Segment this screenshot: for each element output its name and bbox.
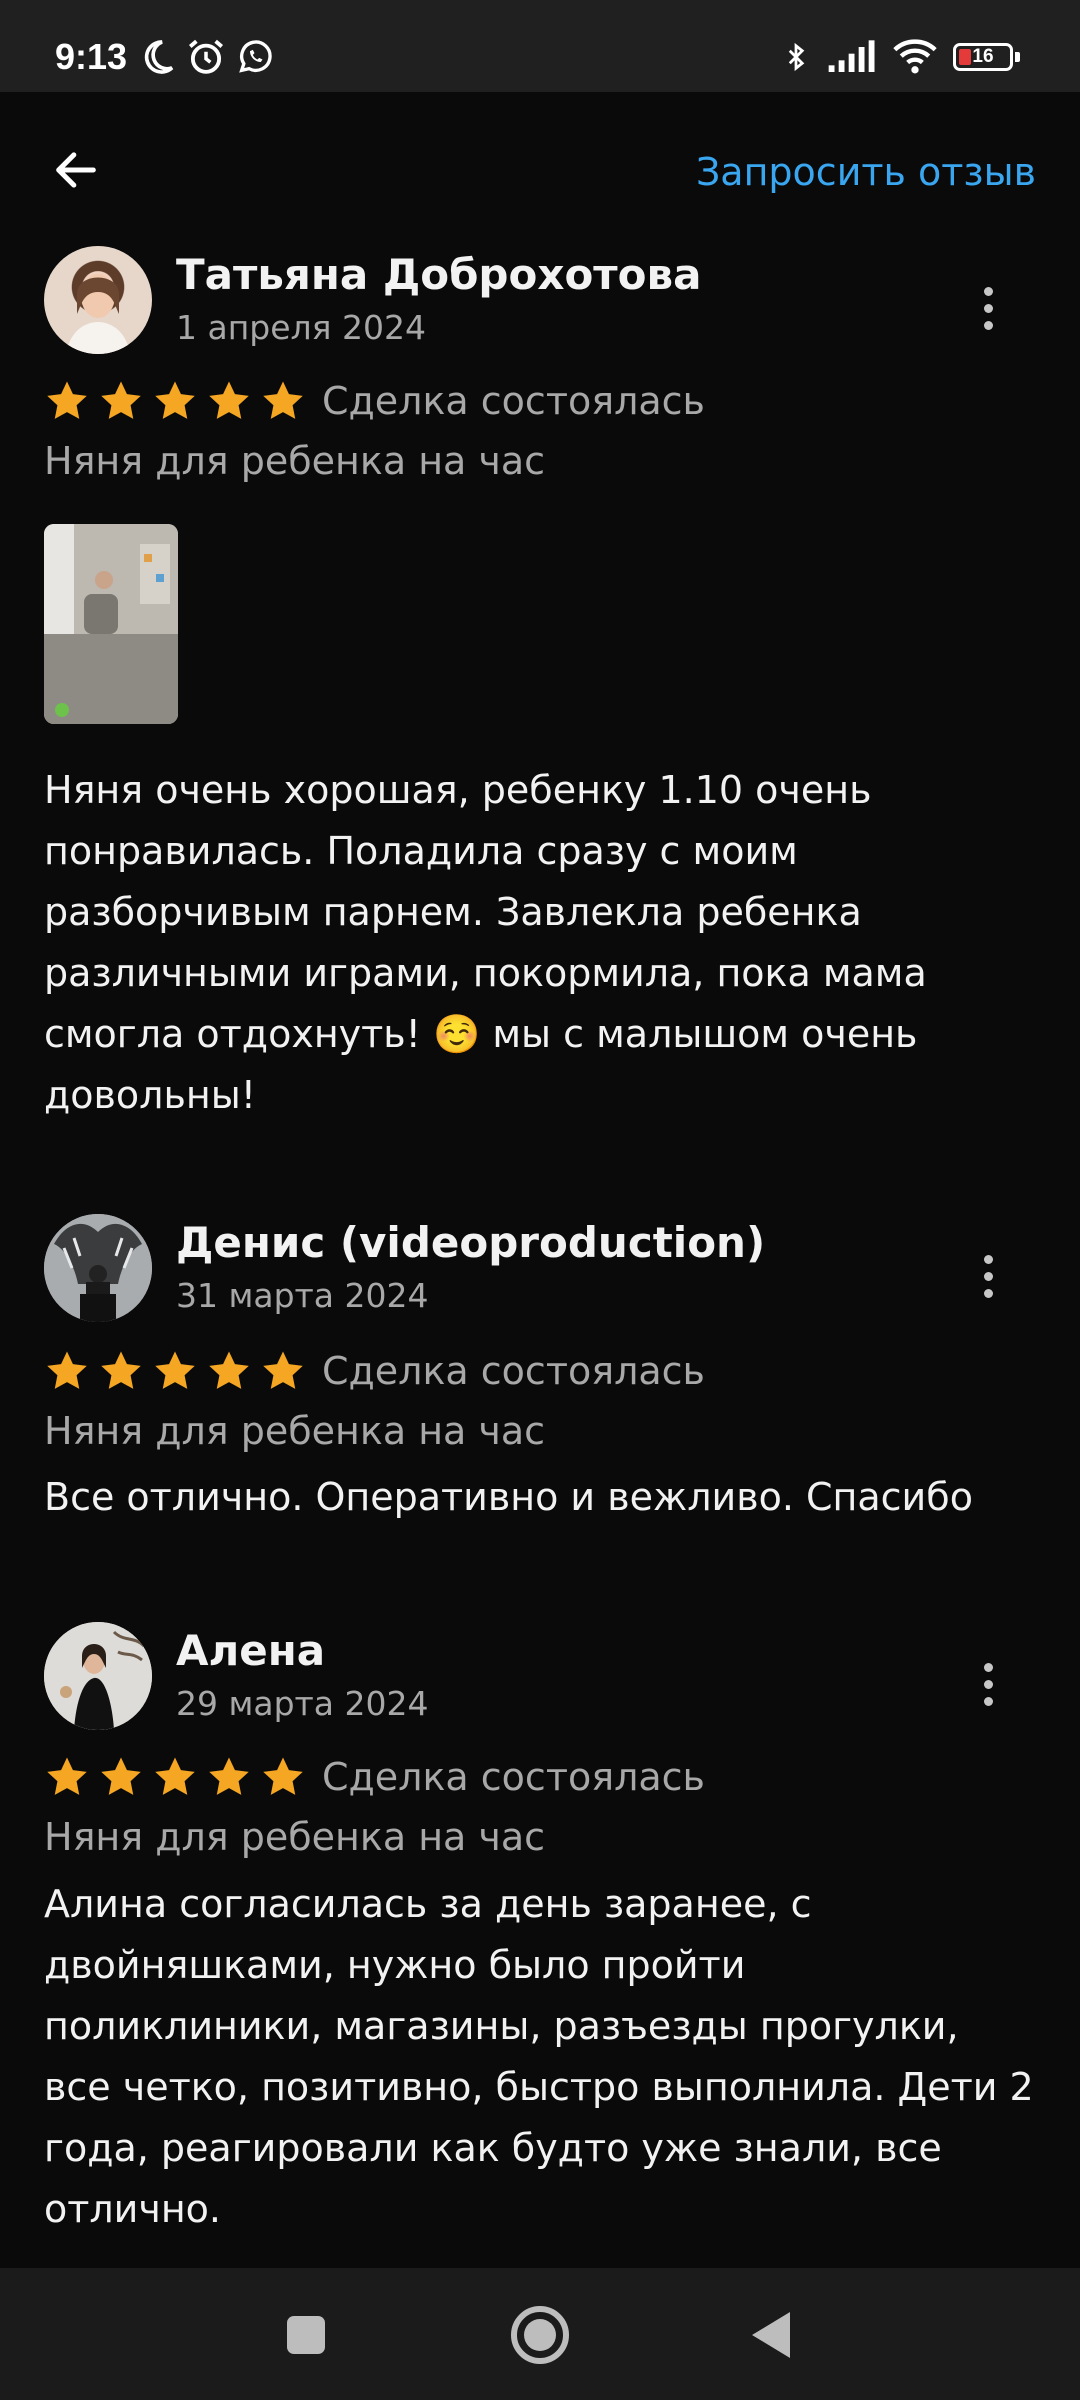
avatar[interactable] <box>44 246 152 354</box>
avatar[interactable] <box>44 1622 152 1730</box>
dot-icon <box>983 286 993 296</box>
dot-icon <box>983 1696 993 1706</box>
review-date: 31 марта 2024 <box>176 1276 429 1315</box>
star-icon <box>209 1757 249 1795</box>
star-icon <box>101 381 141 419</box>
star-icon <box>263 381 303 419</box>
avatar-photo <box>44 1214 152 1322</box>
star-icon <box>101 1351 141 1389</box>
review-author: Алена <box>176 1626 326 1675</box>
wifi-icon <box>893 39 937 74</box>
star-icon <box>209 381 249 419</box>
service-name: Няня для ребенка на час <box>44 439 546 483</box>
star-icon <box>209 1351 249 1389</box>
review-photo[interactable] <box>44 524 178 724</box>
dot-icon <box>983 1288 993 1298</box>
rating-stars <box>44 378 306 424</box>
status-bar: 9:13 16 <box>0 0 1080 92</box>
rating-stars <box>44 1348 306 1394</box>
dot-icon <box>983 320 993 330</box>
deal-status: Сделка состоялась <box>322 1755 705 1799</box>
battery-level: 16 <box>972 46 994 67</box>
star-icon <box>155 1351 195 1389</box>
service-name: Няня для ребенка на час <box>44 1815 546 1859</box>
star-icon <box>155 1757 195 1795</box>
avatar[interactable] <box>44 1214 152 1322</box>
star-icon <box>47 1757 87 1795</box>
dot-icon <box>983 1662 993 1672</box>
status-time: 9:13 <box>55 36 128 77</box>
top-app-bar: Запросить отзыв <box>0 92 1080 242</box>
rating-stars <box>44 1754 306 1800</box>
more-options-button[interactable] <box>964 1652 1012 1716</box>
request-review-link[interactable]: Запросить отзыв <box>696 150 1036 194</box>
review-text: Алина согласилась за день заранее, с дво… <box>44 1882 1034 2231</box>
dot-icon <box>983 303 993 313</box>
deal-status: Сделка состоялась <box>322 1349 705 1393</box>
arrow-left-icon <box>56 152 96 188</box>
dot-icon <box>983 1254 993 1264</box>
signal-icon <box>828 40 875 72</box>
moon-icon <box>144 40 174 74</box>
more-options-button[interactable] <box>964 276 1012 340</box>
bluetooth-icon <box>788 42 805 72</box>
avatar-photo <box>66 274 130 354</box>
review-author: Татьяна Доброхотова <box>176 250 702 299</box>
back-button[interactable] <box>40 134 112 206</box>
deal-status: Сделка состоялась <box>322 379 705 423</box>
review-text: Няня очень хорошая, ребенку 1.10 очень п… <box>44 768 927 1117</box>
star-icon <box>263 1757 303 1795</box>
review-date: 29 марта 2024 <box>176 1684 429 1723</box>
avatar-photo <box>44 1622 152 1730</box>
whatsapp-icon <box>239 40 272 73</box>
status-icons-right: 16 <box>781 34 1020 80</box>
service-name: Няня для ребенка на час <box>44 1409 546 1453</box>
alarm-icon <box>188 39 224 74</box>
recents-square-icon[interactable] <box>287 2316 325 2354</box>
dot-icon <box>983 1271 993 1281</box>
review-date: 1 апреля 2024 <box>176 308 426 347</box>
more-options-button[interactable] <box>964 1244 1012 1308</box>
home-dot <box>524 2319 556 2351</box>
star-icon <box>101 1757 141 1795</box>
star-icon <box>155 381 195 419</box>
dot-icon <box>983 1679 993 1689</box>
back-triangle-icon[interactable] <box>752 2312 790 2358</box>
star-icon <box>263 1351 303 1389</box>
photo-image <box>44 524 178 724</box>
star-icon <box>47 1351 87 1389</box>
star-icon <box>47 381 87 419</box>
status-icons-left <box>137 34 275 80</box>
battery-icon: 16 <box>953 43 1020 71</box>
review-author: Денис (videoproduction) <box>176 1218 766 1267</box>
review-text: Все отлично. Оперативно и вежливо. Спаси… <box>44 1475 973 1519</box>
